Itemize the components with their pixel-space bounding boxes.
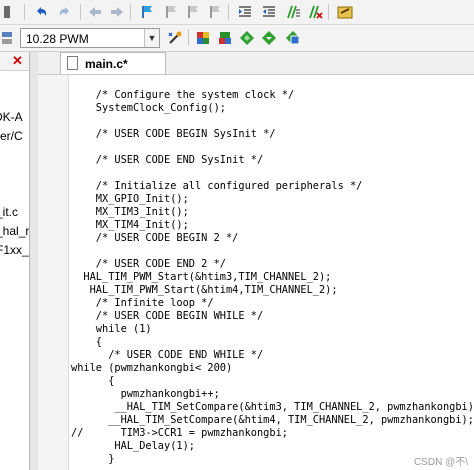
code-line: SystemClock_Config(); [71, 102, 226, 114]
code-line: /* USER CODE END 2 */ [71, 258, 226, 270]
file-icon [67, 56, 78, 70]
project-panel: ✕ DK-A ser/C _it.c _hal_r F1xx_ [0, 52, 30, 470]
bookmark-clear-icon[interactable] [206, 3, 224, 21]
toolbar-separator [24, 4, 25, 20]
indent-icon[interactable] [236, 3, 254, 21]
target-select-value: 10.28 PWM [26, 32, 89, 46]
watermark: CSDN @不\ [413, 457, 468, 468]
diamond-green-icon[interactable] [238, 29, 256, 47]
nav-forward-icon[interactable] [108, 3, 126, 21]
project-panel-header: ✕ [0, 52, 29, 71]
comment-icon[interactable] [284, 3, 302, 21]
tree-item[interactable]: F1xx_ [0, 243, 29, 257]
toolbar-separator [328, 4, 329, 20]
nav-back-icon[interactable] [86, 3, 104, 21]
code-line: pwmzhankongbi++; [71, 388, 220, 400]
tree-item[interactable]: DK-A [0, 110, 23, 124]
code-line: { [71, 336, 102, 348]
code-line: __HAL_TIM_SetCompare(&htim4, TIM_CHANNEL… [71, 414, 474, 426]
diamond-select-icon[interactable] [260, 29, 278, 47]
editor-tabbar: main.c* [38, 52, 474, 75]
code-line: MX_GPIO_Init(); [71, 193, 189, 205]
code-line: /* Infinite loop */ [71, 297, 214, 309]
bookmark-icon[interactable] [138, 3, 156, 21]
code-line: HAL_TIM_PWM_Start(&htim3,TIM_CHANNEL_2); [71, 271, 332, 283]
toolbar-separator [188, 29, 189, 45]
code-line: { [71, 375, 115, 387]
unindent-icon[interactable] [260, 3, 278, 21]
code-line: /* USER CODE END SysInit */ [71, 154, 264, 166]
toolbar-separator [228, 4, 229, 20]
code-editor[interactable]: /* Configure the system clock */ SystemC… [38, 75, 474, 470]
close-icon[interactable]: ✕ [12, 53, 23, 69]
bookmark-prev-icon[interactable] [162, 3, 180, 21]
uncomment-icon[interactable] [306, 3, 324, 21]
code-line: /* USER CODE BEGIN 2 */ [71, 232, 239, 244]
code-line: /* USER CODE BEGIN SysInit */ [71, 128, 276, 140]
code-line: MX_TIM3_Init(); [71, 206, 189, 218]
code-line: HAL_TIM_PWM_Start(&htim4,TIM_CHANNEL_2); [71, 284, 338, 296]
find-in-files-icon[interactable] [336, 3, 354, 21]
tree-item[interactable]: _hal_r [0, 224, 29, 238]
editor-line-margin[interactable] [38, 75, 69, 470]
toolbar-separator [130, 4, 131, 20]
pack-installer-icon[interactable] [216, 29, 234, 47]
undo-icon[interactable] [32, 3, 50, 21]
redo-icon[interactable] [56, 3, 74, 21]
code-line: MX_TIM4_Init(); [71, 219, 189, 231]
target-options-icon[interactable] [166, 29, 184, 47]
code-line: /* USER CODE END WHILE */ [71, 349, 264, 361]
code-line: // TIM3->CCR1 = pwmzhankongbi; [71, 427, 288, 439]
manage-components-icon[interactable] [194, 29, 212, 47]
tree-item[interactable]: _it.c [0, 205, 18, 219]
tree-item[interactable]: ser/C [0, 129, 23, 143]
code-line: /* USER CODE BEGIN WHILE */ [71, 310, 264, 322]
toolbar-separator [80, 4, 81, 20]
code-line: /* Configure the system clock */ [71, 89, 295, 101]
tab-main-c[interactable]: main.c* [60, 52, 166, 74]
code-line: while (1) [71, 323, 152, 335]
build-toolbar: 10.28 PWM ▼ [0, 25, 474, 52]
tab-label: main.c* [85, 57, 128, 71]
code-line: } [71, 453, 115, 465]
chevron-down-icon[interactable]: ▼ [144, 29, 159, 47]
code-line: __HAL_TIM_SetCompare(&htim3, TIM_CHANNEL… [71, 401, 474, 413]
bookmark-next-icon[interactable] [184, 3, 202, 21]
standard-toolbar [0, 0, 474, 25]
splitter[interactable] [30, 52, 38, 470]
batch-build-icon[interactable] [0, 29, 14, 47]
code-line: /* Initialize all configured peripherals… [71, 180, 363, 192]
run-time-environment-icon[interactable] [284, 29, 302, 47]
code-line: HAL_Delay(1); [71, 440, 195, 452]
toolbar-overflow-icon[interactable] [2, 3, 12, 21]
code-line: while (pwmzhankongbi< 200) [71, 362, 233, 374]
target-select[interactable]: 10.28 PWM ▼ [20, 28, 160, 48]
